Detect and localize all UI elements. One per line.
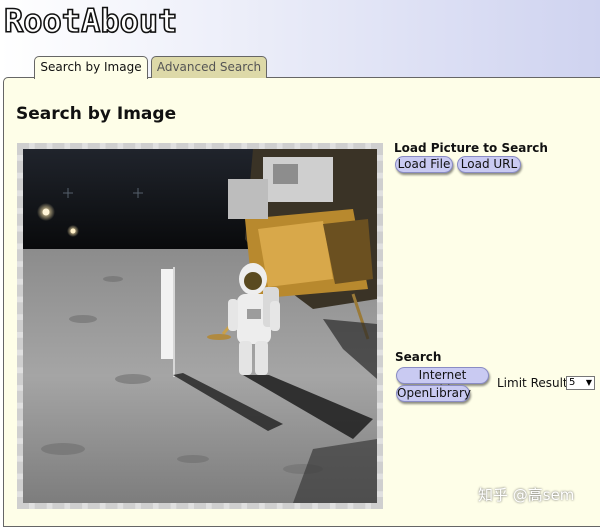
app-logo: RootAbout <box>3 1 178 41</box>
load-section-title: Load Picture to Search <box>394 141 548 155</box>
search-section-title: Search <box>395 350 442 364</box>
tab-search-by-image[interactable]: Search by Image <box>34 56 148 79</box>
page-title: Search by Image <box>16 104 177 124</box>
dropdown-arrow-icon: ▼ <box>585 378 592 387</box>
load-file-button[interactable]: Load File <box>395 156 453 173</box>
limit-results-value: 5 <box>569 377 576 388</box>
image-preview-frame <box>17 143 383 509</box>
openlibrary-button[interactable]: OpenLibrary <box>396 385 471 402</box>
tab-advanced-search[interactable]: Advanced Search <box>151 56 267 78</box>
load-url-button[interactable]: Load URL <box>457 156 521 173</box>
uploaded-image-preview <box>23 149 377 503</box>
limit-results-select[interactable]: 5 ▼ <box>566 376 595 390</box>
watermark: 知乎 @高sem <box>478 486 575 504</box>
internet-archive-button[interactable]: Internet Archive <box>396 367 489 397</box>
